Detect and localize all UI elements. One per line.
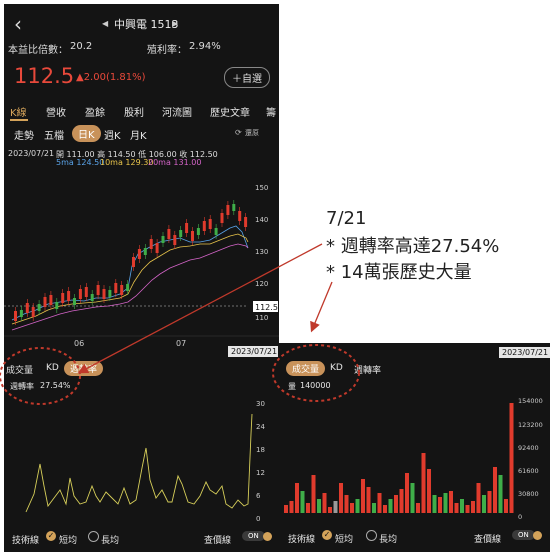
- annotation-overlay: [0, 243, 360, 405]
- volume-highlight-circle: [272, 344, 360, 402]
- arrow-to-turnover: [77, 243, 323, 374]
- arrow-to-volume: [310, 281, 333, 333]
- turnover-highlight-circle: [0, 347, 81, 405]
